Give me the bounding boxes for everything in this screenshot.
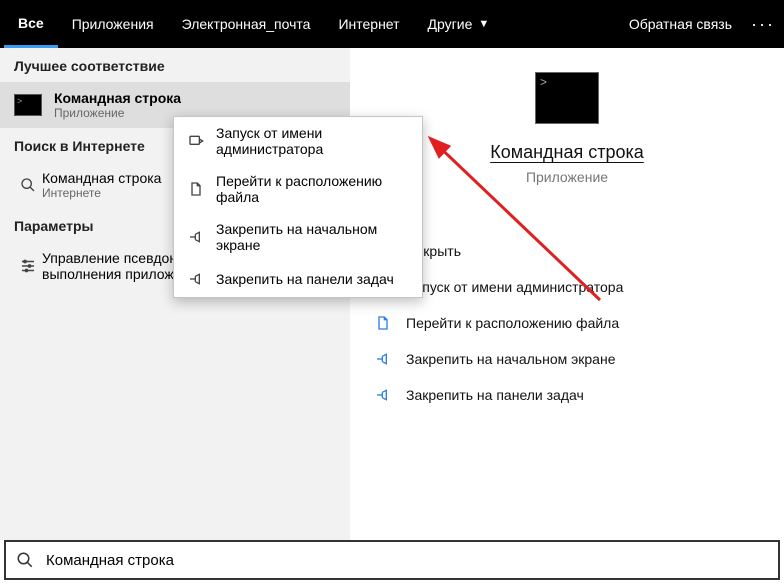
search-icon (14, 171, 42, 199)
more-button[interactable]: ··· (746, 0, 780, 48)
actions-list: Открыть Запуск от имени администратора П… (372, 233, 762, 413)
result-subtitle: Приложение (54, 106, 181, 120)
preview-title[interactable]: Командная строка (490, 142, 644, 163)
tab-other[interactable]: Другие ▼ (414, 0, 504, 48)
ctx-pin-start-label: Закрепить на начальном экране (216, 221, 410, 253)
preview-app-icon (535, 72, 599, 124)
feedback-link[interactable]: Обратная связь (615, 0, 746, 48)
action-run-admin-label: Запуск от имени администратора (406, 279, 623, 295)
ctx-run-admin-label: Запуск от имени администратора (216, 125, 410, 157)
pin-taskbar-icon (372, 384, 394, 406)
tab-all-label: Все (18, 15, 44, 31)
tab-other-label: Другие (428, 16, 473, 32)
preview-subtitle: Приложение (526, 169, 608, 185)
folder-icon (372, 312, 394, 334)
tab-internet[interactable]: Интернет (324, 0, 413, 48)
action-pin-start-label: Закрепить на начальном экране (406, 351, 616, 367)
ctx-pin-start[interactable]: Закрепить на начальном экране (174, 213, 422, 261)
web-result-subtitle: Интернете (42, 186, 161, 200)
context-menu: Запуск от имени администратора Перейти к… (173, 116, 423, 298)
ctx-open-location-label: Перейти к расположению файла (216, 173, 410, 205)
tabs-bar: Все Приложения Электронная_почта Интерне… (0, 0, 784, 48)
ctx-pin-taskbar[interactable]: Закрепить на панели задач (174, 261, 422, 297)
pin-start-icon (186, 227, 206, 247)
ctx-run-admin[interactable]: Запуск от имени администратора (174, 117, 422, 165)
search-input[interactable] (46, 552, 768, 569)
action-open-location-label: Перейти к расположению файла (406, 315, 619, 331)
chevron-down-icon: ▼ (478, 18, 489, 30)
command-prompt-icon (14, 91, 42, 119)
folder-icon (186, 179, 206, 199)
result-title: Командная строка (54, 90, 181, 106)
ctx-open-location[interactable]: Перейти к расположению файла (174, 165, 422, 213)
tab-all[interactable]: Все (4, 0, 58, 48)
tab-email[interactable]: Электронная_почта (168, 0, 325, 48)
search-icon (16, 551, 34, 569)
tab-apps[interactable]: Приложения (58, 0, 168, 48)
pin-taskbar-icon (186, 269, 206, 289)
tab-apps-label: Приложения (72, 16, 154, 32)
action-open[interactable]: Открыть (372, 233, 762, 269)
action-pin-taskbar-label: Закрепить на панели задач (406, 387, 584, 403)
action-open-location[interactable]: Перейти к расположению файла (372, 305, 762, 341)
pin-start-icon (372, 348, 394, 370)
tab-email-label: Электронная_почта (182, 16, 311, 32)
tab-internet-label: Интернет (338, 16, 399, 32)
admin-icon (186, 131, 206, 151)
settings-list-icon (14, 252, 42, 280)
search-bar[interactable] (4, 540, 780, 580)
best-match-header: Лучшее соответствие (0, 48, 350, 82)
action-run-admin[interactable]: Запуск от имени администратора (372, 269, 762, 305)
action-pin-start[interactable]: Закрепить на начальном экране (372, 341, 762, 377)
feedback-label: Обратная связь (629, 16, 732, 32)
action-pin-taskbar[interactable]: Закрепить на панели задач (372, 377, 762, 413)
ctx-pin-taskbar-label: Закрепить на панели задач (216, 271, 394, 287)
web-result-title: Командная строка (42, 170, 161, 186)
more-icon: ··· (751, 14, 775, 35)
